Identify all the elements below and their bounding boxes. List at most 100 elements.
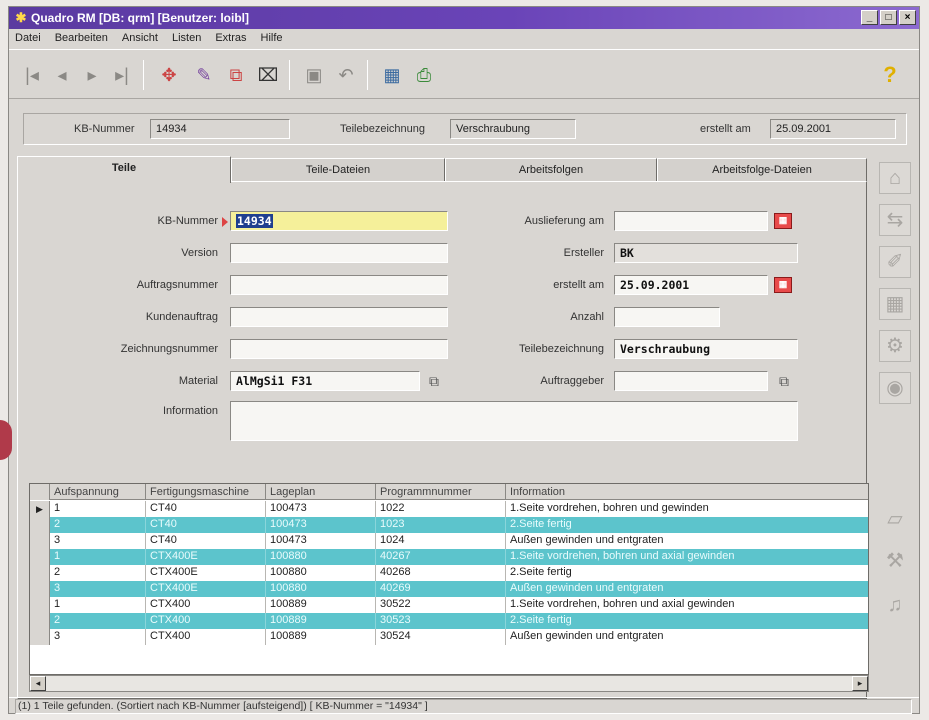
drawing-number-input[interactable] <box>230 339 448 359</box>
table-cell[interactable]: 100889 <box>266 629 376 645</box>
row-indicator[interactable] <box>30 581 50 597</box>
first-record-icon[interactable]: |◂ <box>17 60 47 90</box>
table-cell[interactable]: 30524 <box>376 629 506 645</box>
table-cell[interactable]: Außen gewinden und entgraten <box>506 581 868 597</box>
table-icon[interactable]: ▦ <box>879 288 911 320</box>
table-cell[interactable]: 100880 <box>266 581 376 597</box>
edit-drawing-icon[interactable]: ✐ <box>879 246 911 278</box>
horizontal-scrollbar[interactable]: ◂ ▸ <box>29 675 869 692</box>
row-indicator[interactable] <box>30 613 50 629</box>
table-cell[interactable]: 2 <box>50 565 146 581</box>
menu-extras[interactable]: Extras <box>213 29 248 47</box>
table-cell[interactable]: CTX400 <box>146 629 266 645</box>
table-row[interactable]: 3 CTX400 100889 30524 Außen gewinden und ent… <box>30 629 868 645</box>
table-cell[interactable]: 100473 <box>266 501 376 517</box>
column-header-fertigungsmaschine[interactable]: Fertigungsmaschine <box>146 484 266 500</box>
table-cell[interactable]: 1022 <box>376 501 506 517</box>
transfer-icon[interactable]: ⇆ <box>879 204 911 236</box>
column-header-information[interactable]: Information <box>506 484 868 500</box>
column-header-lageplan[interactable]: Lageplan <box>266 484 376 500</box>
table-cell[interactable]: 3 <box>50 629 146 645</box>
help-icon[interactable]: ? <box>875 60 905 90</box>
table-row[interactable]: 1 CTX400E 100880 40267 1.Seite vordrehen, bo… <box>30 549 868 565</box>
table-cell[interactable]: 1 <box>50 501 146 517</box>
table-cell[interactable]: 30522 <box>376 597 506 613</box>
table-cell[interactable]: 100889 <box>266 597 376 613</box>
row-indicator[interactable] <box>30 565 50 581</box>
table-cell[interactable]: CT40 <box>146 517 266 533</box>
undo-icon[interactable]: ↶ <box>331 60 361 90</box>
scroll-right-icon[interactable]: ▸ <box>852 676 868 691</box>
delete-icon[interactable]: ⌧ <box>253 60 283 90</box>
table-cell[interactable]: Außen gewinden und entgraten <box>506 533 868 549</box>
menu-listen[interactable]: Listen <box>170 29 203 47</box>
table-cell[interactable]: 2.Seite fertig <box>506 517 868 533</box>
quantity-input[interactable] <box>614 307 720 327</box>
table-cell[interactable]: 2.Seite fertig <box>506 565 868 581</box>
minimize-button[interactable]: _ <box>861 10 878 25</box>
material-picker-icon[interactable]: ⧉ <box>426 374 442 388</box>
maximize-button[interactable]: □ <box>880 10 897 25</box>
table-cell[interactable]: CT40 <box>146 501 266 517</box>
row-indicator[interactable] <box>30 549 50 565</box>
close-button[interactable]: × <box>899 10 916 25</box>
table-row[interactable]: 2 CT40 100473 1023 2.Seite fertig <box>30 517 868 533</box>
kb-number-input[interactable]: 14934 <box>230 211 448 231</box>
notes-icon[interactable]: ▱ <box>879 504 911 536</box>
table-row[interactable]: 2 CTX400E 100880 40268 2.Seite fertig <box>30 565 868 581</box>
menu-datei[interactable]: Datei <box>13 29 43 47</box>
row-indicator[interactable] <box>30 517 50 533</box>
table-cell[interactable]: Außen gewinden und entgraten <box>506 629 868 645</box>
table-cell[interactable]: CT40 <box>146 533 266 549</box>
edit-icon[interactable]: ✎ <box>189 60 219 90</box>
copy-icon[interactable]: ⧉ <box>221 60 251 90</box>
table-cell[interactable]: 2.Seite fertig <box>506 613 868 629</box>
table-cell[interactable]: 100880 <box>266 565 376 581</box>
client-picker-icon[interactable]: ⧉ <box>776 374 792 388</box>
column-header-programmnummer[interactable]: Programmnummer <box>376 484 506 500</box>
save-icon[interactable]: ▣ <box>299 60 329 90</box>
last-record-icon[interactable]: ▸| <box>107 60 137 90</box>
table-row[interactable]: ▶ 1 CT40 100473 1022 1.Seite vordrehen, bohre… <box>30 501 868 517</box>
table-cell[interactable]: 2 <box>50 613 146 629</box>
menu-hilfe[interactable]: Hilfe <box>259 29 285 47</box>
table-cell[interactable]: CTX400E <box>146 581 266 597</box>
settings-icon[interactable]: ⚙ <box>879 330 911 362</box>
table-cell[interactable]: CTX400 <box>146 613 266 629</box>
table-cell[interactable]: 100880 <box>266 549 376 565</box>
table-cell[interactable]: 3 <box>50 581 146 597</box>
tools-icon[interactable]: ⚒ <box>879 546 911 578</box>
cd-icon[interactable]: ◉ <box>879 372 911 404</box>
row-indicator[interactable] <box>30 629 50 645</box>
next-record-icon[interactable]: ▸ <box>77 60 107 90</box>
table-row[interactable]: 3 CT40 100473 1024 Außen gewinden und entgra… <box>30 533 868 549</box>
table-cell[interactable]: 100889 <box>266 613 376 629</box>
music-icon[interactable]: ♫ <box>879 590 911 622</box>
grid-view-icon[interactable]: ▦ <box>377 60 407 90</box>
version-input[interactable] <box>230 243 448 263</box>
created-date-input[interactable]: 25.09.2001 <box>614 275 768 295</box>
table-cell[interactable]: CTX400E <box>146 565 266 581</box>
menu-bearbeiten[interactable]: Bearbeiten <box>53 29 110 47</box>
created-calendar-icon[interactable]: ▦ <box>774 277 792 293</box>
current-row-indicator[interactable]: ▶ <box>30 501 50 517</box>
table-cell[interactable]: 1.Seite vordrehen, bohren und axial gewi… <box>506 549 868 565</box>
client-input[interactable] <box>614 371 768 391</box>
table-cell[interactable]: 1.Seite vordrehen, bohren und axial gewi… <box>506 597 868 613</box>
print-icon[interactable]: ⎙ <box>409 60 439 90</box>
table-cell[interactable]: 1 <box>50 597 146 613</box>
tab-teile[interactable]: Teile <box>17 156 231 183</box>
table-cell[interactable]: 40267 <box>376 549 506 565</box>
table-cell[interactable]: 40268 <box>376 565 506 581</box>
prev-record-icon[interactable]: ◂ <box>47 60 77 90</box>
customer-order-input[interactable] <box>230 307 448 327</box>
information-input[interactable] <box>230 401 798 441</box>
table-cell[interactable]: 100473 <box>266 517 376 533</box>
scroll-left-icon[interactable]: ◂ <box>30 676 46 691</box>
table-cell[interactable]: CTX400 <box>146 597 266 613</box>
table-cell[interactable]: CTX400E <box>146 549 266 565</box>
table-row[interactable]: 2 CTX400 100889 30523 2.Seite fertig <box>30 613 868 629</box>
tab-arbeitsfolge-dateien[interactable]: Arbeitsfolge-Dateien <box>657 158 867 182</box>
menu-ansicht[interactable]: Ansicht <box>120 29 160 47</box>
navigate-icon[interactable]: ✥ <box>154 60 184 90</box>
